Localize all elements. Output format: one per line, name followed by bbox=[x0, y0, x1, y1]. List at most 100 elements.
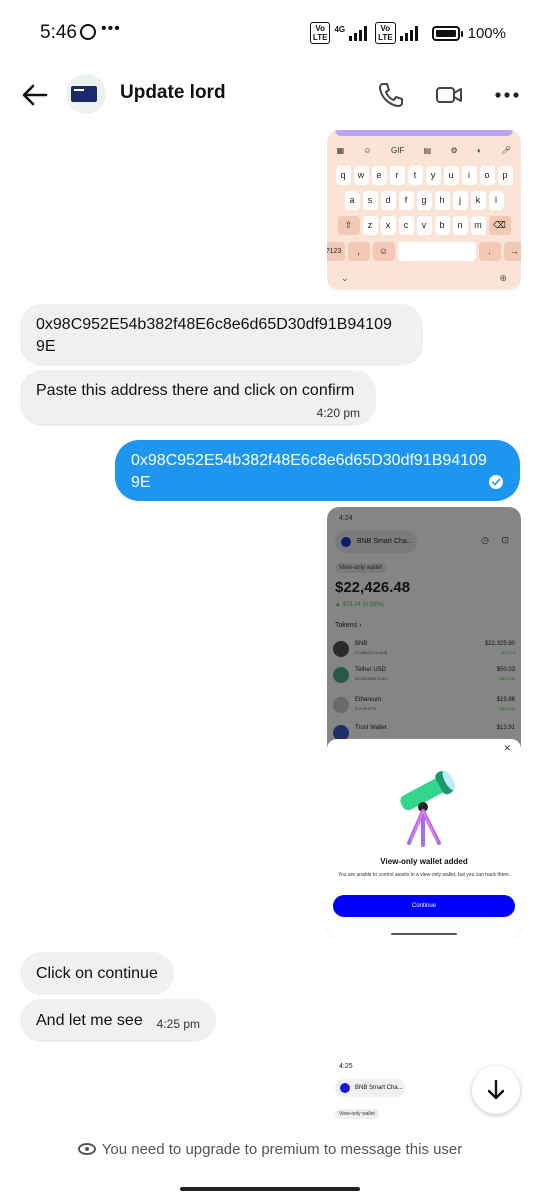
token-amount: 0.0109 ETH bbox=[355, 706, 377, 711]
wallet-change: ▲ $73.24 (0.33%) bbox=[335, 602, 384, 608]
period-key: . bbox=[478, 242, 501, 261]
signal-icon-2 bbox=[399, 25, 418, 41]
key: a bbox=[344, 191, 360, 210]
key: s bbox=[362, 191, 378, 210]
contact-name[interactable]: Update lord bbox=[120, 82, 226, 104]
back-arrow-icon[interactable] bbox=[20, 80, 50, 110]
key: c bbox=[398, 216, 414, 235]
status-time: 5:46 bbox=[40, 22, 77, 43]
keyboard-row-1: q w e r t y u i o p bbox=[331, 166, 517, 185]
emoji-key-icon: ☺ bbox=[372, 242, 395, 261]
message-text: And let me see bbox=[36, 1012, 143, 1029]
message-text: Paste this address there and click on co… bbox=[36, 382, 355, 399]
chat-header: Update lord bbox=[0, 68, 540, 124]
keyboard-row-2: a s d f g h j k l bbox=[331, 191, 517, 210]
token-amount: 37.85521174 BNB bbox=[355, 650, 388, 655]
sent-image-wallet[interactable]: 4:24 BNB Smart Cha... ◷ ⊡ View-only wall… bbox=[327, 507, 521, 939]
message-text: 9E bbox=[36, 338, 56, 355]
key: d bbox=[380, 191, 396, 210]
network-type: 4G bbox=[334, 24, 346, 34]
key: y bbox=[425, 166, 441, 185]
whatsapp-notification-icon bbox=[80, 24, 96, 40]
wallet-tag: View-only wallet bbox=[335, 1109, 379, 1119]
outgoing-message[interactable]: 0x98C952E54b382f48E6c8e6d65D30df91B94109… bbox=[115, 440, 520, 501]
more-notifications-icon: ••• bbox=[101, 20, 121, 37]
premium-notice-text: You need to upgrade to premium to messag… bbox=[101, 1141, 463, 1158]
ethereum-icon bbox=[333, 697, 349, 713]
battery-percent: 100% bbox=[467, 24, 506, 42]
globe-icon: ⊕ bbox=[499, 273, 507, 283]
key: z bbox=[362, 216, 378, 235]
message-text: 9E bbox=[131, 474, 151, 491]
sheet-description: You are unable to control assets in a vi… bbox=[338, 872, 510, 878]
token-delta: +$73.14 bbox=[500, 650, 515, 655]
token-name: Trust Wallet bbox=[355, 725, 387, 731]
key: u bbox=[443, 166, 459, 185]
premium-notice: You need to upgrade to premium to messag… bbox=[0, 1141, 540, 1158]
shift-key-icon: ⇧ bbox=[337, 216, 360, 235]
incoming-message[interactable]: Click on continue bbox=[20, 952, 174, 995]
sheet-title: View-only wallet added bbox=[380, 857, 468, 866]
incoming-message[interactable]: Paste this address there and click on co… bbox=[20, 370, 376, 426]
scan-icon: ⊡ bbox=[501, 535, 509, 545]
key: b bbox=[434, 216, 450, 235]
voice-call-icon[interactable] bbox=[376, 80, 406, 110]
key: q bbox=[335, 166, 351, 185]
token-row: BNB 37.85521174 BNB $22,325.90 +$73.14 bbox=[333, 639, 515, 661]
incoming-message[interactable]: And let me see 4:25 pm bbox=[20, 999, 216, 1042]
chevron-down-icon: ⌄ bbox=[341, 273, 349, 283]
volte-icon: Vo LTE bbox=[309, 22, 331, 44]
key: v bbox=[416, 216, 432, 235]
wallet-status-time: 4:24 bbox=[339, 515, 353, 522]
history-icon: ◷ bbox=[481, 535, 489, 545]
key: i bbox=[461, 166, 477, 185]
more-options-icon[interactable] bbox=[492, 80, 522, 110]
eye-icon bbox=[77, 1143, 96, 1155]
wallet-balance: $22,426.48 bbox=[335, 579, 411, 596]
token-row: Ethereum 0.0109 ETH $19.86 +$0.0298 bbox=[333, 695, 515, 717]
space-key bbox=[397, 242, 476, 261]
arrow-down-icon bbox=[487, 1079, 505, 1100]
key: r bbox=[389, 166, 405, 185]
status-right: Vo LTE 4G Vo LTE 100% bbox=[309, 22, 506, 44]
incoming-message[interactable]: 0x98C952E54b382f48E6c8e6d65D30df91B94109… bbox=[20, 304, 423, 366]
home-indicator bbox=[391, 933, 457, 935]
message-text: 0x98C952E54b382f48E6c8e6d65D30df91B94109 bbox=[36, 316, 392, 333]
message-time: 4:25 pm bbox=[156, 1017, 200, 1031]
token-delta: +$0.0298 bbox=[498, 706, 515, 711]
close-icon: ✕ bbox=[503, 743, 511, 753]
wallet-network-chip: BNB Smart Cha... bbox=[335, 531, 417, 553]
tether-icon bbox=[333, 667, 349, 683]
scroll-to-bottom-button[interactable] bbox=[472, 1066, 520, 1114]
telescope-icon bbox=[400, 770, 456, 847]
key: o bbox=[479, 166, 495, 185]
avatar[interactable] bbox=[66, 74, 106, 114]
volte-icon-2: Vo LTE bbox=[375, 22, 396, 44]
view-only-sheet: ✕ View-only wallet added You are unable … bbox=[327, 739, 521, 939]
token-value: $50.03 bbox=[496, 667, 515, 673]
key: g bbox=[416, 191, 432, 210]
key: l bbox=[488, 191, 504, 210]
key: h bbox=[434, 191, 450, 210]
sent-image-keyboard[interactable]: ▦ ☺ GIF ▤ ⚙ ◐ 🎤︎ q w e r t y u i o p a s d f g… bbox=[327, 130, 521, 290]
message-time: 4:20 pm bbox=[316, 406, 360, 420]
tokens-label: Tokens › bbox=[335, 622, 362, 629]
video-call-icon[interactable] bbox=[434, 80, 464, 110]
enter-key-icon: → bbox=[503, 242, 521, 261]
keyboard-row-4: ?123 , ☺ . → bbox=[327, 242, 521, 261]
key: m bbox=[470, 216, 486, 235]
key: w bbox=[353, 166, 369, 185]
wallet-status-time: 4:25 bbox=[339, 1063, 353, 1070]
backspace-key-icon: ⌫ bbox=[488, 216, 511, 235]
gesture-nav-handle[interactable] bbox=[180, 1187, 360, 1191]
key: x bbox=[380, 216, 396, 235]
token-value: $22,325.90 bbox=[484, 641, 515, 647]
keyboard-toolbar: ▦ ☺ GIF ▤ ⚙ ◐ 🎤︎ bbox=[336, 146, 512, 155]
token-name: Tether USD bbox=[355, 667, 387, 673]
bnb-icon bbox=[333, 641, 349, 657]
token-name: Ethereum bbox=[355, 697, 382, 703]
key: k bbox=[470, 191, 486, 210]
key: e bbox=[371, 166, 387, 185]
battery-icon bbox=[431, 25, 463, 41]
token-row: Tether USD 50.0354509 USDT $50.03 +$0.01… bbox=[333, 665, 515, 687]
